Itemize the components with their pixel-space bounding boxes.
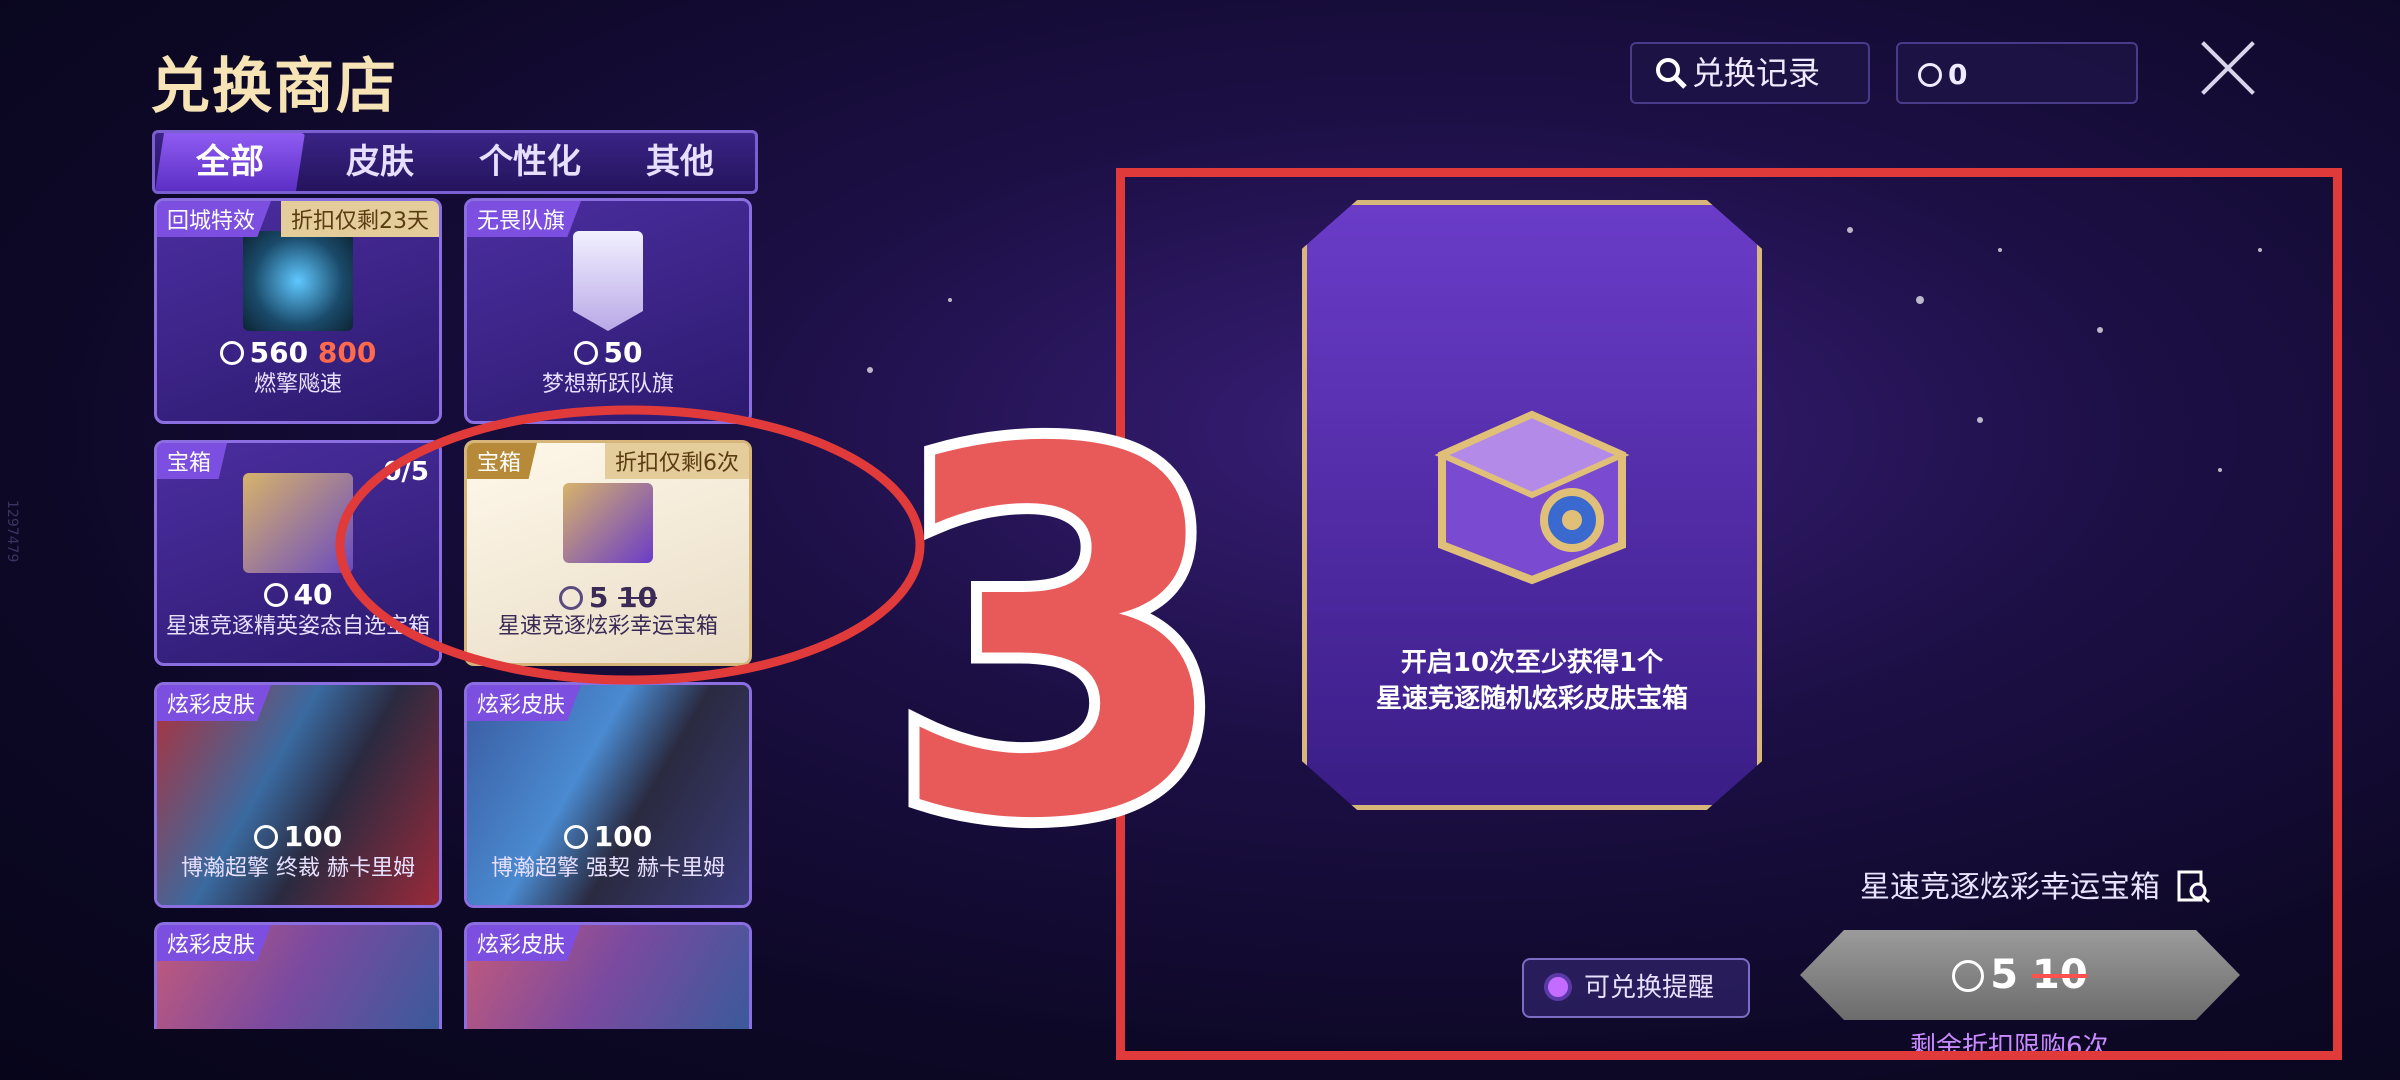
tab-personalization[interactable]: 个性化 — [455, 133, 605, 191]
coin-icon — [253, 825, 278, 849]
tab-all[interactable]: 全部 — [155, 133, 305, 191]
tab-skins[interactable]: 皮肤 — [305, 133, 455, 191]
annotation-highlight-box — [1116, 168, 2342, 1060]
card-name: 梦想新跃队旗 — [541, 372, 674, 397]
exchange-history-button[interactable]: 兑换记录 — [1630, 42, 1870, 104]
card-tag: 炫彩皮肤 — [157, 925, 272, 961]
shop-card-chroma-skin-3[interactable]: 炫彩皮肤 — [154, 922, 442, 1029]
card-tag: 宝箱 — [157, 443, 228, 479]
page-title: 兑换商店 — [150, 52, 398, 122]
card-name: 博瀚超擎 终裁 赫卡里姆 — [181, 856, 415, 881]
price-current: 560 — [249, 336, 309, 369]
card-name: 燃擎飚速 — [253, 372, 342, 397]
currency-amount: 0 — [1948, 58, 1968, 91]
annotation-circle — [335, 405, 925, 685]
price-current: 50 — [603, 336, 643, 369]
shop-card-chroma-skin-4[interactable]: 炫彩皮肤 — [464, 922, 752, 1029]
search-icon — [1656, 58, 1687, 89]
coin-icon — [573, 341, 598, 365]
price-current: 100 — [283, 820, 343, 853]
category-tabs: 全部 皮肤 个性化 其他 — [152, 130, 758, 194]
shop-card-recall-effect[interactable]: 回城特效 折扣仅剩23天 560 800 燃擎飚速 — [154, 198, 442, 424]
shop-card-chroma-skin-1[interactable]: 炫彩皮肤 100 博瀚超擎 终裁 赫卡里姆 — [154, 682, 442, 908]
recall-effect-image — [243, 231, 353, 331]
shop-card-chroma-skin-2[interactable]: 炫彩皮肤 100 博瀚超擎 强契 赫卡里姆 — [464, 682, 752, 908]
tab-other[interactable]: 其他 — [605, 133, 755, 191]
coin-icon — [263, 583, 288, 607]
coin-icon — [563, 825, 588, 849]
card-price: 50 — [467, 336, 749, 369]
discount-badge: 折扣仅剩23天 — [281, 201, 439, 237]
card-tag: 回城特效 — [157, 201, 272, 237]
card-tag: 炫彩皮肤 — [467, 685, 582, 721]
card-tag: 炫彩皮肤 — [467, 925, 582, 961]
price-original: 800 — [317, 336, 377, 369]
coin-icon — [1918, 63, 1942, 87]
price-current: 40 — [293, 578, 333, 611]
side-id: 1297479 — [4, 500, 20, 563]
coin-icon — [219, 341, 244, 365]
card-price: 560 800 — [157, 336, 439, 369]
annotation-number: 3 — [880, 400, 1240, 860]
card-name: 博瀚超擎 强契 赫卡里姆 — [491, 856, 725, 881]
exchange-history-label: 兑换记录 — [1692, 54, 1821, 92]
card-price: 100 — [157, 820, 439, 853]
currency-display: 0 — [1896, 42, 2138, 104]
close-icon[interactable] — [2198, 38, 2258, 98]
banner-image — [573, 231, 643, 331]
shop-card-banner[interactable]: 无畏队旗 50 梦想新跃队旗 — [464, 198, 752, 424]
card-price: 100 — [467, 820, 749, 853]
annotation-number-text: 3 — [886, 400, 1234, 860]
card-tag: 无畏队旗 — [467, 201, 582, 237]
card-tag: 炫彩皮肤 — [157, 685, 272, 721]
price-current: 100 — [593, 820, 653, 853]
